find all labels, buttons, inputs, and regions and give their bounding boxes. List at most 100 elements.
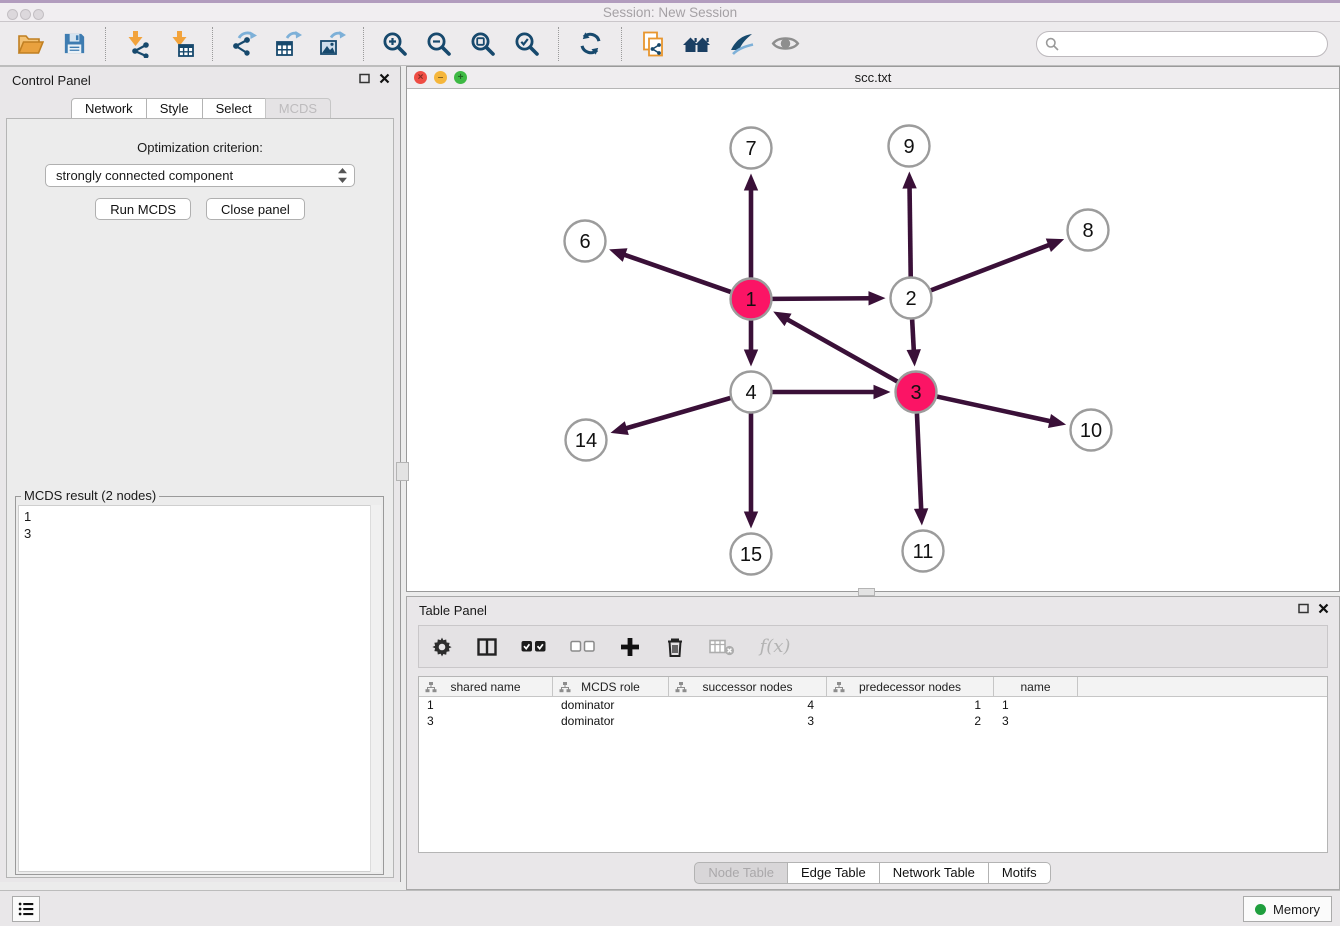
graph-edge-arrowhead [744,512,758,529]
export-image-icon[interactable] [317,29,347,59]
graph-edge-arrowhead [902,171,916,188]
optimization-value: strongly connected component [56,168,233,183]
result-scrollbar[interactable] [370,505,381,872]
float-panel-icon[interactable] [1298,603,1309,614]
table-settings-gear-icon[interactable] [429,634,455,660]
import-table-icon[interactable] [166,29,196,59]
zoom-selected-icon[interactable] [512,29,542,59]
table-cell: 3 [994,713,1078,729]
control-tab-network[interactable]: Network [71,98,147,119]
graph-edge-arrowhead [744,350,758,367]
run-mcds-button[interactable]: Run MCDS [95,198,191,220]
close-panel-icon[interactable] [1318,603,1329,614]
task-history-button[interactable] [12,896,40,922]
close-panel-button[interactable]: Close panel [206,198,305,220]
delete-column-trash-icon[interactable] [662,634,688,660]
network-view-window: × – + scc.txt 1234678910111415 [406,66,1340,592]
zoom-out-icon[interactable] [424,29,454,59]
column-header-MCDS-role[interactable]: MCDS role [553,677,669,696]
graph-edge-arrowhead [1046,239,1064,252]
search-box[interactable] [1036,31,1328,57]
search-input[interactable] [1064,36,1319,53]
memory-status-dot [1255,904,1266,915]
refresh-icon[interactable] [575,29,605,59]
graph-node-label: 3 [910,382,921,404]
function-builder-icon[interactable]: f(x) [756,634,794,660]
table-cell: 3 [419,713,553,729]
table-tab-motifs[interactable]: Motifs [988,862,1051,884]
control-panel-title: Control Panel [12,73,91,88]
graph-edge-3-10[interactable] [937,397,1053,422]
open-file-icon[interactable] [15,29,45,59]
table-toolbar: f(x) [418,625,1328,668]
select-all-icon[interactable] [519,634,549,660]
table-panel: Table Panel [406,596,1340,890]
table-cell: 2 [827,713,994,729]
column-layout-icon[interactable] [474,634,500,660]
graph-edge-3-11[interactable] [917,413,921,512]
table-tab-edge-table[interactable]: Edge Table [787,862,880,884]
column-header-shared-name[interactable]: shared name [419,677,553,696]
show-hide-icon[interactable] [770,29,800,59]
zoom-fit-icon[interactable] [468,29,498,59]
table-tab-node-table[interactable]: Node Table [694,862,788,884]
graph-edge-2-9[interactable] [910,184,911,276]
toolbar-separator [105,27,106,61]
memory-button[interactable]: Memory [1243,896,1332,922]
export-network-icon[interactable] [229,29,259,59]
deselect-all-icon[interactable] [568,634,598,660]
table-tab-network-table[interactable]: Network Table [879,862,989,884]
style-brush-icon[interactable] [726,29,756,59]
network-canvas[interactable]: 1234678910111415 [407,90,1339,591]
optimization-select[interactable]: strongly connected component [45,164,355,187]
import-network-icon[interactable] [122,29,152,59]
graph-node-label: 15 [740,544,762,566]
status-bar: Memory [0,890,1340,926]
table-row[interactable]: 3dominator323 [419,713,1327,729]
column-type-icon [833,681,845,696]
toolbar-separator [212,27,213,61]
delete-table-icon[interactable] [707,634,737,660]
column-type-icon [675,681,687,696]
graph-edge-2-8[interactable] [931,244,1052,290]
save-session-icon[interactable] [59,29,89,59]
table-body: 1dominator4113dominator323 [419,697,1327,729]
network-title: scc.txt [407,70,1339,85]
graph-node-label: 10 [1080,420,1102,442]
mcds-result-list[interactable]: 13 [18,505,381,872]
clone-network-icon[interactable] [638,29,668,59]
column-header-predecessor-nodes[interactable]: predecessor nodes [827,677,994,696]
add-column-icon[interactable] [617,634,643,660]
table-cell: 1 [827,697,994,713]
column-header-name[interactable]: name [994,677,1078,696]
graph-node-label: 8 [1082,220,1093,242]
horizontal-splitter-handle[interactable] [858,588,875,596]
main-toolbar [0,22,1340,66]
table-row[interactable]: 1dominator411 [419,697,1327,713]
graph-edge-3-1[interactable] [785,318,898,382]
graph-edge-4-14[interactable] [623,398,730,429]
column-type-icon [559,681,571,696]
mcds-result-title: MCDS result (2 nodes) [21,488,159,503]
control-tab-mcds[interactable]: MCDS [265,98,331,119]
node-table: shared nameMCDS rolesuccessor nodesprede… [418,676,1328,853]
application-window: Session: New Session [0,0,1340,926]
close-panel-icon[interactable] [379,73,390,84]
column-type-icon [425,681,437,696]
graph-edge-1-6[interactable] [621,254,730,292]
export-table-icon[interactable] [273,29,303,59]
graph-node-label: 6 [579,231,590,253]
home-icon[interactable] [682,29,712,59]
network-window-titlebar[interactable]: × – + scc.txt [407,67,1339,89]
control-tab-style[interactable]: Style [146,98,203,119]
vertical-splitter-handle[interactable] [396,462,409,481]
float-panel-icon[interactable] [359,73,370,84]
select-spinner-icon [337,167,348,184]
graph-edge-1-2[interactable] [772,298,872,299]
table-panel-tabs: Node TableEdge TableNetwork TableMotifs [407,862,1339,884]
control-tab-select[interactable]: Select [202,98,266,119]
zoom-in-icon[interactable] [380,29,410,59]
column-header-successor-nodes[interactable]: successor nodes [669,677,827,696]
table-cell: 3 [669,713,827,729]
graph-edge-2-3[interactable] [912,319,914,353]
